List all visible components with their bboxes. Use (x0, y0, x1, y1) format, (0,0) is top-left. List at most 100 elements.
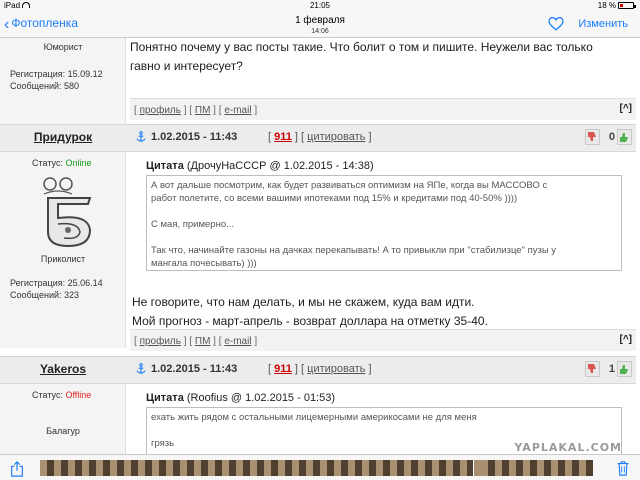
post2-number-link[interactable]: 911 (274, 363, 292, 375)
thumbnail[interactable] (61, 460, 68, 476)
thumbnail[interactable] (404, 460, 411, 476)
thumbnail[interactable] (271, 460, 278, 476)
thumbnail[interactable] (47, 460, 54, 476)
thumbnail[interactable] (355, 460, 362, 476)
thumb-up-icon[interactable] (617, 361, 632, 377)
quote-button[interactable]: цитировать (307, 131, 365, 143)
thumbnail[interactable] (54, 460, 61, 476)
thumbnail[interactable] (194, 460, 201, 476)
thumbnail[interactable] (40, 460, 47, 476)
thumbnail[interactable] (572, 460, 579, 476)
thumbnail[interactable] (383, 460, 390, 476)
thumbnail[interactable] (299, 460, 306, 476)
thumbnail[interactable] (390, 460, 397, 476)
thumbnail[interactable] (131, 460, 138, 476)
thumbnail[interactable] (215, 460, 222, 476)
thumb-up-icon[interactable] (617, 129, 632, 145)
thumbnail[interactable] (411, 460, 418, 476)
thumbnail[interactable] (425, 460, 432, 476)
thumbnail[interactable] (369, 460, 376, 476)
thumbnail[interactable] (264, 460, 271, 476)
thumbnail[interactable] (306, 460, 313, 476)
thumbnail-current[interactable] (473, 460, 489, 476)
thumbnail[interactable] (418, 460, 425, 476)
thumbnail[interactable] (558, 460, 565, 476)
thumbnail[interactable] (341, 460, 348, 476)
thumbnail[interactable] (68, 460, 75, 476)
post1-number-link[interactable]: 911 (274, 131, 292, 143)
thumbnail[interactable] (110, 460, 117, 476)
share-icon[interactable] (10, 461, 24, 477)
thumbnail[interactable] (439, 460, 446, 476)
thumbnail[interactable] (327, 460, 334, 476)
post2-author-link[interactable]: Yakeros (0, 362, 126, 376)
thumbnail[interactable] (453, 460, 460, 476)
thumbnail[interactable] (89, 460, 96, 476)
thumbnail[interactable] (334, 460, 341, 476)
thumbnail[interactable] (495, 460, 502, 476)
thumbnail[interactable] (152, 460, 159, 476)
post1-author-link[interactable]: Придурок (0, 130, 126, 144)
thumbnail[interactable] (138, 460, 145, 476)
thumbnail[interactable] (103, 460, 110, 476)
email-link[interactable]: e-mail (224, 336, 251, 347)
thumbnail[interactable] (250, 460, 257, 476)
thumbnail[interactable] (166, 460, 173, 476)
thumbnail[interactable] (96, 460, 103, 476)
thumbnail[interactable] (376, 460, 383, 476)
email-link[interactable]: e-mail (224, 105, 251, 116)
thumbnail[interactable] (565, 460, 572, 476)
thumbnail[interactable] (313, 460, 320, 476)
quote-button[interactable]: цитировать (307, 363, 365, 375)
thumbnail[interactable] (530, 460, 537, 476)
thumbnail[interactable] (544, 460, 551, 476)
thumbnail[interactable] (397, 460, 404, 476)
thumbnail[interactable] (278, 460, 285, 476)
thumbnail[interactable] (467, 460, 474, 476)
thumbnail[interactable] (159, 460, 166, 476)
thumbnail[interactable] (292, 460, 299, 476)
thumbnail[interactable] (180, 460, 187, 476)
thumbnail[interactable] (488, 460, 495, 476)
thumbnail[interactable] (243, 460, 250, 476)
thumbnail-strip[interactable] (40, 460, 600, 476)
thumbnail[interactable] (579, 460, 586, 476)
thumbnail[interactable] (257, 460, 264, 476)
thumbnail[interactable] (502, 460, 509, 476)
scroll-up-button[interactable]: [^] (620, 334, 633, 345)
thumbnail[interactable] (222, 460, 229, 476)
thumbnail[interactable] (117, 460, 124, 476)
pm-link[interactable]: ПМ (195, 336, 211, 347)
thumbnail[interactable] (320, 460, 327, 476)
profile-link[interactable]: профиль (140, 105, 181, 116)
pm-link[interactable]: ПМ (195, 105, 211, 116)
trash-icon[interactable] (616, 460, 630, 476)
thumbnail[interactable] (523, 460, 530, 476)
thumbnail[interactable] (516, 460, 523, 476)
profile-link[interactable]: профиль (140, 336, 181, 347)
thumbnail[interactable] (187, 460, 194, 476)
thumbnail[interactable] (362, 460, 369, 476)
thumbnail[interactable] (75, 460, 82, 476)
thumbnail[interactable] (432, 460, 439, 476)
thumbnail[interactable] (285, 460, 292, 476)
edit-button[interactable]: Изменить (578, 18, 628, 30)
thumbnail[interactable] (173, 460, 180, 476)
heart-icon[interactable] (548, 17, 564, 31)
thumbnail[interactable] (201, 460, 208, 476)
thumbnail[interactable] (509, 460, 516, 476)
anchor-icon[interactable] (136, 363, 146, 375)
thumbnail[interactable] (348, 460, 355, 476)
thumb-down-icon[interactable] (585, 129, 600, 145)
anchor-icon[interactable] (136, 131, 146, 143)
thumb-down-icon[interactable] (585, 361, 600, 377)
thumbnail[interactable] (446, 460, 453, 476)
thumbnail[interactable] (124, 460, 131, 476)
thumbnail[interactable] (537, 460, 544, 476)
thumbnail[interactable] (551, 460, 558, 476)
thumbnail[interactable] (586, 460, 593, 476)
scroll-up-button[interactable]: [^] (620, 103, 633, 114)
thumbnail[interactable] (82, 460, 89, 476)
thumbnail[interactable] (236, 460, 243, 476)
thumbnail[interactable] (208, 460, 215, 476)
